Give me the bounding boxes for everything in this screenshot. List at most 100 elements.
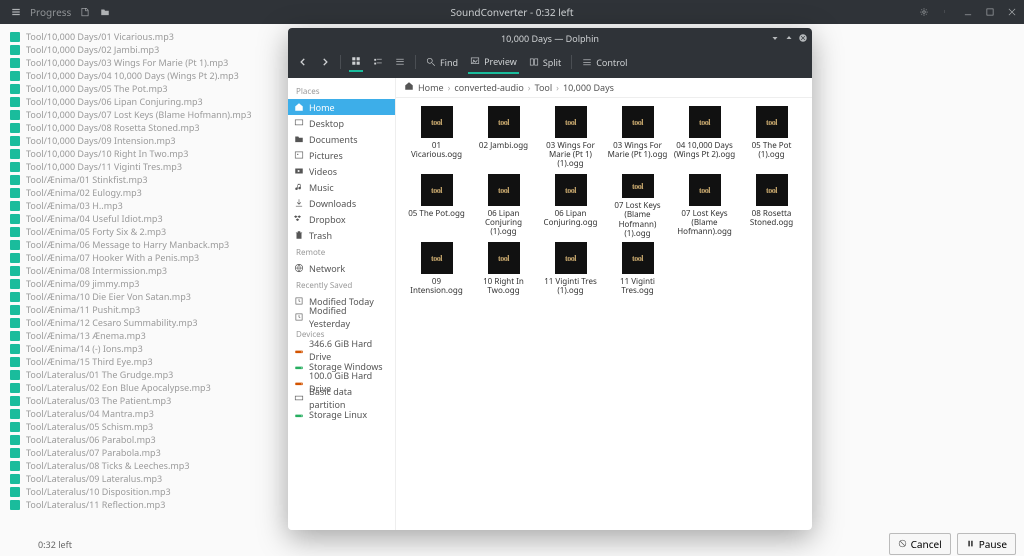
chevron-right-icon: › xyxy=(556,81,559,94)
album-art-thumb: tool xyxy=(421,106,453,138)
view-details-button[interactable] xyxy=(393,53,407,71)
places-item[interactable]: Basic data partition xyxy=(288,390,395,406)
breadcrumb-segment[interactable]: converted-audio xyxy=(454,81,523,94)
file-name-label: 08 Rosetta Stoned.ogg xyxy=(741,209,803,227)
file-name-label: 04 10,000 Days (Wings Pt 2).ogg xyxy=(674,141,736,159)
file-item[interactable]: tool06 Lipan Conjuring.ogg xyxy=(538,174,603,238)
file-item[interactable]: tool02 Jambi.ogg xyxy=(471,106,536,170)
places-item[interactable]: Pictures xyxy=(288,147,395,163)
places-item[interactable]: Modified Yesterday xyxy=(288,309,395,325)
progress-bar xyxy=(10,409,20,419)
places-item[interactable]: Network xyxy=(288,260,395,276)
progress-bar xyxy=(10,175,20,185)
forward-button[interactable] xyxy=(318,53,332,71)
places-item-label: Videos xyxy=(309,165,337,178)
progress-bar xyxy=(10,344,20,354)
add-file-icon[interactable] xyxy=(79,6,91,18)
file-item[interactable]: tool03 Wings For Marie (Pt 1) (1).ogg xyxy=(538,106,603,170)
more-icon[interactable] xyxy=(940,6,952,18)
album-art-thumb: tool xyxy=(488,174,520,206)
breadcrumb-segment[interactable]: Tool xyxy=(535,81,553,94)
progress-bar xyxy=(10,448,20,458)
gear-icon[interactable] xyxy=(918,6,930,18)
file-item[interactable]: tool05 The Pot.ogg xyxy=(404,174,469,238)
places-item[interactable]: Music xyxy=(288,179,395,195)
back-button[interactable] xyxy=(296,53,310,71)
places-item[interactable]: Videos xyxy=(288,163,395,179)
breadcrumb-segment[interactable]: 10,000 Days xyxy=(563,81,614,94)
file-item[interactable]: tool04 10,000 Days (Wings Pt 2).ogg xyxy=(672,106,737,170)
music-icon xyxy=(294,182,304,192)
file-name-label: 03 Wings For Marie (Pt 1).ogg xyxy=(607,141,669,159)
places-item-label: Documents xyxy=(309,133,358,146)
conversion-filename: Tool/Lateralus/01 The Grudge.mp3 xyxy=(26,368,173,381)
split-button[interactable]: Split xyxy=(527,52,563,73)
preview-button[interactable]: Preview xyxy=(468,51,519,74)
dolphin-minimize-icon[interactable] xyxy=(770,33,780,43)
file-item[interactable]: tool07 Lost Keys (Blame Hofmann) (1).ogg xyxy=(605,174,670,238)
minimize-icon[interactable] xyxy=(962,6,974,18)
home-icon[interactable] xyxy=(404,81,414,94)
places-item[interactable]: Downloads xyxy=(288,195,395,211)
progress-bar xyxy=(10,253,20,263)
file-item[interactable]: tool07 Lost Keys (Blame Hofmann).ogg xyxy=(672,174,737,238)
find-button[interactable]: Find xyxy=(424,52,460,73)
breadcrumb-segment[interactable]: Home xyxy=(418,81,444,94)
conversion-filename: Tool/Ænima/04 Useful Idiot.mp3 xyxy=(26,212,163,225)
conversion-filename: Tool/10,000 Days/09 Intension.mp3 xyxy=(26,134,176,147)
progress-bar xyxy=(10,149,20,159)
file-item[interactable]: tool10 Right In Two.ogg xyxy=(471,242,536,306)
places-item-label: Dropbox xyxy=(309,213,346,226)
file-item[interactable]: tool 06 Lipan Conjuring (1).ogg xyxy=(471,174,536,238)
progress-bar xyxy=(10,292,20,302)
places-item[interactable]: Documents xyxy=(288,131,395,147)
progress-bar xyxy=(10,240,20,250)
places-item-label: Network xyxy=(309,262,345,275)
breadcrumb[interactable]: Home›converted-audio›Tool›10,000 Days xyxy=(396,78,812,98)
preview-label: Preview xyxy=(484,55,517,68)
places-item[interactable]: Dropbox xyxy=(288,211,395,227)
places-item[interactable]: Desktop xyxy=(288,115,395,131)
progress-bar xyxy=(10,123,20,133)
places-item[interactable]: Trash xyxy=(288,227,395,243)
file-item[interactable]: tool05 The Pot (1).ogg xyxy=(739,106,804,170)
file-item[interactable]: tool11 Viginti Tres.ogg xyxy=(605,242,670,306)
view-icons-button[interactable] xyxy=(349,52,363,72)
menu-icon[interactable] xyxy=(10,6,22,18)
progress-bar xyxy=(10,318,20,328)
file-item[interactable]: tool01 Vicarious.ogg xyxy=(404,106,469,170)
file-item[interactable]: tool03 Wings For Marie (Pt 1).ogg xyxy=(605,106,670,170)
progress-bar xyxy=(10,357,20,367)
file-name-label: 06 Lipan Conjuring (1).ogg xyxy=(473,209,535,237)
conversion-filename: Tool/Ænima/02 Eulogy.mp3 xyxy=(26,186,142,199)
dolphin-maximize-icon[interactable] xyxy=(784,33,794,43)
file-item[interactable]: tool08 Rosetta Stoned.ogg xyxy=(739,174,804,238)
progress-bar xyxy=(10,266,20,276)
conversion-filename: Tool/Lateralus/05 Schism.mp3 xyxy=(26,420,153,433)
file-item[interactable]: tool11 Viginti Tres (1).ogg xyxy=(538,242,603,306)
conversion-filename: Tool/10,000 Days/07 Lost Keys (Blame Hof… xyxy=(26,108,251,121)
file-icon-view[interactable]: tool01 Vicarious.oggtool02 Jambi.oggtool… xyxy=(396,98,812,530)
progress-bar xyxy=(10,279,20,289)
conversion-filename: Tool/Ænima/14 (-) Ions.mp3 xyxy=(26,342,143,355)
progress-bar xyxy=(10,71,20,81)
cancel-icon xyxy=(898,537,907,551)
file-name-label: 09 Intension.ogg xyxy=(406,277,468,295)
maximize-icon[interactable] xyxy=(984,6,996,18)
places-item[interactable]: Home xyxy=(288,99,395,115)
cancel-label: Cancel xyxy=(911,537,942,551)
control-button[interactable]: Control xyxy=(580,52,629,73)
view-compact-button[interactable] xyxy=(371,53,385,71)
cancel-button[interactable]: Cancel xyxy=(889,533,951,555)
file-name-label: 05 The Pot.ogg xyxy=(408,209,465,218)
drive-icon xyxy=(294,377,304,387)
conversion-filename: Tool/10,000 Days/08 Rosetta Stoned.mp3 xyxy=(26,121,200,134)
add-folder-icon[interactable] xyxy=(99,6,111,18)
dropbox-icon xyxy=(294,214,304,224)
file-item[interactable]: tool09 Intension.ogg xyxy=(404,242,469,306)
dolphin-close-icon[interactable] xyxy=(798,33,808,43)
conversion-filename: Tool/Ænima/06 Message to Harry Manback.m… xyxy=(26,238,229,251)
pause-button[interactable]: Pause xyxy=(957,533,1016,555)
close-icon[interactable] xyxy=(1006,6,1018,18)
places-item[interactable]: 346.6 GiB Hard Drive xyxy=(288,342,395,358)
